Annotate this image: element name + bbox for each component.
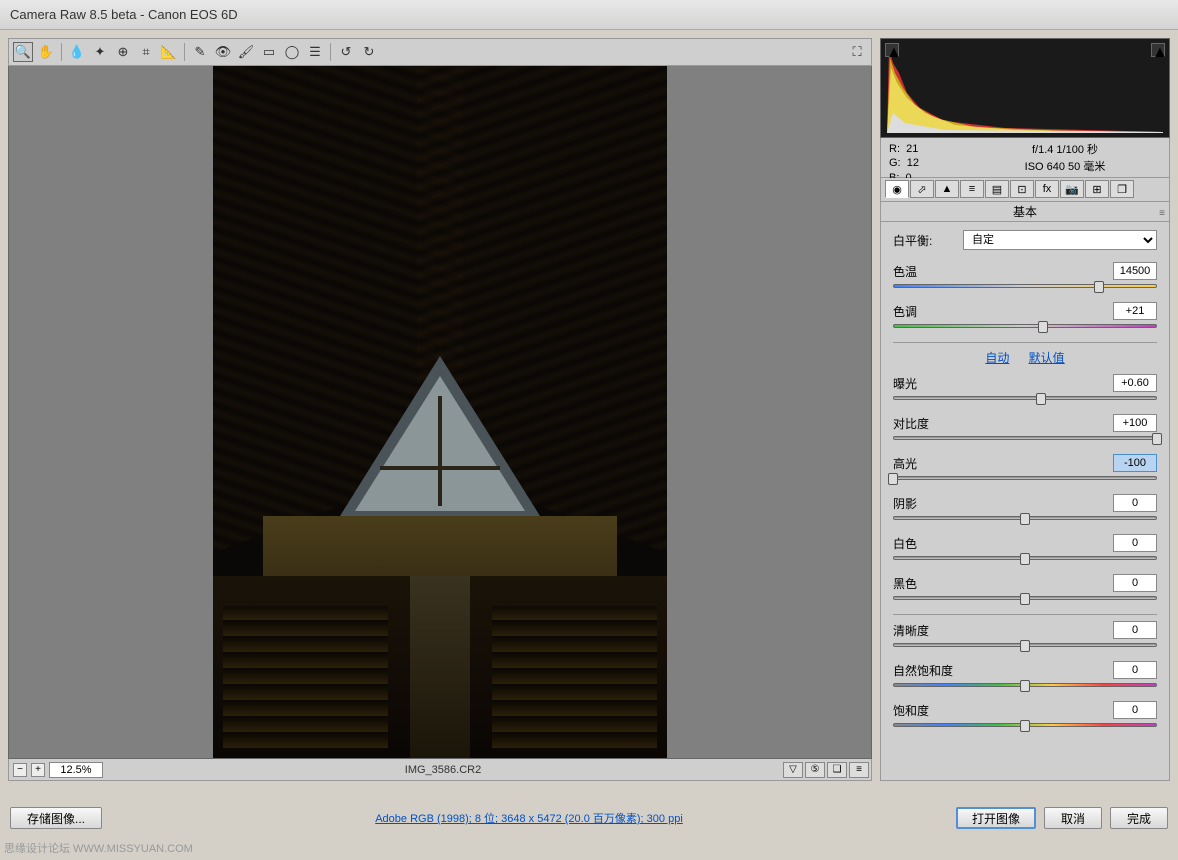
cancel-button[interactable]: 取消 bbox=[1044, 807, 1102, 829]
exposure-slider[interactable] bbox=[893, 396, 1157, 404]
panel-tabs: ◉ ⬀ ▲ ≡ ▤ ⊡ fx 📷 ⊞ ❐ bbox=[880, 178, 1170, 202]
radial-filter-icon[interactable]: ◯ bbox=[282, 42, 302, 62]
contrast-value[interactable]: +100 bbox=[1113, 414, 1157, 432]
rotate-ccw-icon[interactable]: ↺ bbox=[336, 42, 356, 62]
titlebar: Camera Raw 8.5 beta - Canon EOS 6D bbox=[0, 0, 1178, 30]
panel-title: 基本 ≡ bbox=[880, 202, 1170, 222]
fullscreen-icon[interactable]: ⛶ bbox=[847, 42, 867, 62]
exif-line1: f/1.4 1/100 秒 bbox=[969, 142, 1161, 159]
clarity-slider[interactable] bbox=[893, 643, 1157, 651]
preview-image bbox=[213, 66, 667, 758]
highlights-value[interactable]: -100 bbox=[1113, 454, 1157, 472]
toolbar: 🔍 ✋ 💧 ✦ ⊕ ⌗ 📐 ✎ 👁 🖌 ▭ ◯ ☰ ↺ ↻ ⛶ bbox=[8, 38, 872, 66]
tint-slider[interactable] bbox=[893, 324, 1157, 332]
color-sampler-icon[interactable]: ✦ bbox=[90, 42, 110, 62]
blacks-label: 黑色 bbox=[893, 575, 963, 592]
exposure-value[interactable]: +0.60 bbox=[1113, 374, 1157, 392]
contrast-slider[interactable] bbox=[893, 436, 1157, 444]
basic-controls: 白平衡: 自定 色温 14500 色调 +21 自动 默认值 曝光 +0.60 对比度… bbox=[880, 222, 1170, 781]
window-title: Camera Raw 8.5 beta - Canon EOS 6D bbox=[10, 7, 238, 22]
save-image-button[interactable]: 存储图像... bbox=[10, 807, 102, 829]
tint-value[interactable]: +21 bbox=[1113, 302, 1157, 320]
tab-hsl[interactable]: ≡ bbox=[960, 180, 984, 198]
g-label: G: bbox=[889, 157, 901, 169]
vibrance-slider[interactable] bbox=[893, 683, 1157, 691]
shadows-slider[interactable] bbox=[893, 516, 1157, 524]
shadows-label: 阴影 bbox=[893, 495, 963, 512]
exposure-label: 曝光 bbox=[893, 375, 963, 392]
saturation-label: 饱和度 bbox=[893, 702, 963, 719]
preview-footer: − + 12.5% IMG_3586.CR2 ▽ ⑤ ❏ ≡ bbox=[8, 759, 872, 781]
highlights-label: 高光 bbox=[893, 455, 963, 472]
menu-icon[interactable]: ≡ bbox=[849, 762, 869, 778]
vibrance-value[interactable]: 0 bbox=[1113, 661, 1157, 679]
temp-value[interactable]: 14500 bbox=[1113, 262, 1157, 280]
shadow-clip-warning-icon[interactable]: ▲ bbox=[885, 43, 899, 57]
whites-label: 白色 bbox=[893, 535, 963, 552]
tab-split[interactable]: ▤ bbox=[985, 180, 1009, 198]
clarity-value[interactable]: 0 bbox=[1113, 621, 1157, 639]
open-image-button[interactable]: 打开图像 bbox=[956, 807, 1036, 829]
adjustment-brush-icon[interactable]: 🖌 bbox=[236, 42, 256, 62]
contrast-label: 对比度 bbox=[893, 415, 963, 432]
tab-preset[interactable]: ⊞ bbox=[1085, 180, 1109, 198]
spot-removal-icon[interactable]: ✎ bbox=[190, 42, 210, 62]
label-icon[interactable]: ❏ bbox=[827, 762, 847, 778]
blacks-value[interactable]: 0 bbox=[1113, 574, 1157, 592]
filter-icon[interactable]: ▽ bbox=[783, 762, 803, 778]
filename-label: IMG_3586.CR2 bbox=[103, 764, 783, 776]
histogram[interactable]: ▲ ▲ bbox=[880, 38, 1170, 138]
highlights-slider[interactable] bbox=[893, 476, 1157, 484]
hand-tool-icon[interactable]: ✋ bbox=[36, 42, 56, 62]
g-value: 12 bbox=[907, 157, 919, 169]
wb-label: 白平衡: bbox=[893, 232, 963, 249]
redeye-icon[interactable]: 👁 bbox=[213, 42, 233, 62]
clarity-label: 清晰度 bbox=[893, 622, 963, 639]
target-adjust-icon[interactable]: ⊕ bbox=[113, 42, 133, 62]
tab-curve[interactable]: ⬀ bbox=[910, 180, 934, 198]
tab-detail[interactable]: ▲ bbox=[935, 180, 959, 198]
r-label: R: bbox=[889, 143, 900, 155]
straighten-tool-icon[interactable]: 📐 bbox=[159, 42, 179, 62]
r-value: 21 bbox=[906, 143, 918, 155]
saturation-slider[interactable] bbox=[893, 723, 1157, 731]
exif-line2: ISO 640 50 毫米 bbox=[969, 159, 1161, 176]
zoom-out-button[interactable]: − bbox=[13, 763, 27, 777]
white-balance-eyedropper-icon[interactable]: 💧 bbox=[67, 42, 87, 62]
graduated-filter-icon[interactable]: ▭ bbox=[259, 42, 279, 62]
tab-lens[interactable]: ⊡ bbox=[1010, 180, 1034, 198]
tab-fx[interactable]: fx bbox=[1035, 180, 1059, 198]
done-button[interactable]: 完成 bbox=[1110, 807, 1168, 829]
tab-basic[interactable]: ◉ bbox=[885, 180, 909, 198]
auto-link[interactable]: 自动 bbox=[985, 351, 1009, 365]
tint-label: 色调 bbox=[893, 303, 963, 320]
temp-slider[interactable] bbox=[893, 284, 1157, 292]
default-link[interactable]: 默认值 bbox=[1029, 351, 1065, 365]
info-strip: R: 21 G: 12 B: 0 f/1.4 1/100 秒 ISO 640 5… bbox=[880, 138, 1170, 178]
bottom-bar: 存储图像... Adobe RGB (1998); 8 位; 3648 x 54… bbox=[0, 802, 1178, 834]
shadows-value[interactable]: 0 bbox=[1113, 494, 1157, 512]
whites-slider[interactable] bbox=[893, 556, 1157, 564]
highlight-clip-warning-icon[interactable]: ▲ bbox=[1151, 43, 1165, 57]
preview-area[interactable] bbox=[8, 66, 872, 759]
vibrance-label: 自然饱和度 bbox=[893, 662, 963, 679]
crop-tool-icon[interactable]: ⌗ bbox=[136, 42, 156, 62]
tab-camera[interactable]: 📷 bbox=[1060, 180, 1084, 198]
preferences-icon[interactable]: ☰ bbox=[305, 42, 325, 62]
zoom-level-dropdown[interactable]: 12.5% bbox=[49, 762, 103, 778]
zoom-tool-icon[interactable]: 🔍 bbox=[13, 42, 33, 62]
blacks-slider[interactable] bbox=[893, 596, 1157, 604]
zoom-in-button[interactable]: + bbox=[31, 763, 45, 777]
saturation-value[interactable]: 0 bbox=[1113, 701, 1157, 719]
tab-snapshot[interactable]: ❐ bbox=[1110, 180, 1134, 198]
whites-value[interactable]: 0 bbox=[1113, 534, 1157, 552]
panel-menu-icon[interactable]: ≡ bbox=[1159, 204, 1165, 224]
rotate-cw-icon[interactable]: ↻ bbox=[359, 42, 379, 62]
rating-icon[interactable]: ⑤ bbox=[805, 762, 825, 778]
watermark: 思缘设计论坛 WWW.MISSYUAN.COM bbox=[4, 840, 193, 856]
workflow-options-link[interactable]: Adobe RGB (1998); 8 位; 3648 x 5472 (20.0… bbox=[102, 810, 956, 826]
wb-select[interactable]: 自定 bbox=[963, 230, 1157, 250]
temp-label: 色温 bbox=[893, 263, 963, 280]
